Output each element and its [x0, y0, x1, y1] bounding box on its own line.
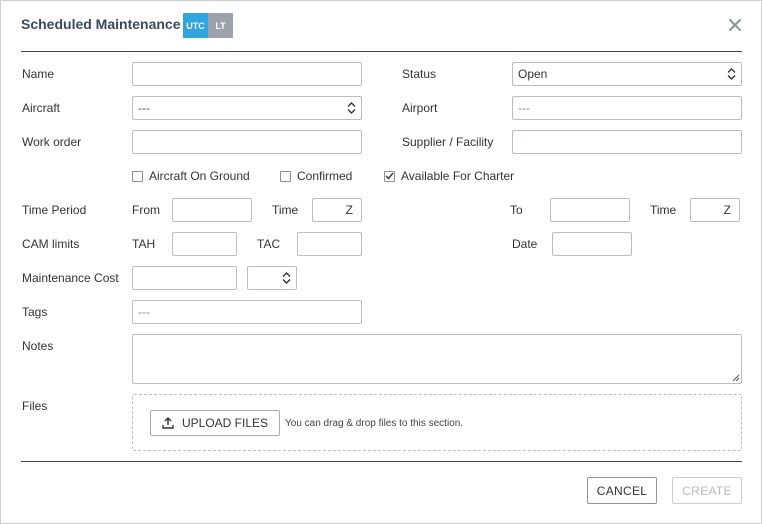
from-date-input[interactable]	[172, 198, 252, 222]
from-label: From	[132, 203, 160, 217]
tags-input[interactable]	[132, 300, 362, 324]
checkbox-box	[384, 170, 395, 182]
create-button[interactable]: CREATE	[672, 477, 742, 504]
drop-hint: You can drag & drop files to this sectio…	[285, 418, 464, 429]
status-label: Status	[402, 67, 437, 81]
name-input[interactable]	[132, 62, 362, 86]
check-icon	[385, 172, 394, 180]
chevron-up-down-icon	[347, 102, 356, 114]
confirmed-checkbox[interactable]: Confirmed	[280, 169, 352, 183]
to-label: To	[510, 203, 523, 217]
checkbox-label: Aircraft On Ground	[149, 169, 250, 183]
status-select[interactable]: Open	[512, 62, 742, 86]
tah-input[interactable]	[172, 232, 237, 256]
time2-label: Time	[650, 203, 677, 217]
upload-files-label: UPLOAD FILES	[181, 416, 269, 430]
tac-label: TAC	[257, 237, 281, 251]
close-icon	[729, 19, 741, 31]
files-label: Files	[22, 399, 48, 413]
time-zone-suffix: Z	[345, 203, 353, 217]
cam-limits-label: CAM limits	[22, 237, 80, 251]
checkbox-box	[280, 170, 291, 182]
cancel-button[interactable]: CANCEL	[587, 477, 657, 504]
maintenance-cost-label: Maintenance Cost	[22, 271, 119, 285]
to-date-input[interactable]	[550, 198, 630, 222]
checkbox-box	[132, 170, 143, 182]
date-label: Date	[512, 237, 538, 251]
currency-select[interactable]	[247, 266, 297, 290]
dialog-title: Scheduled Maintenance	[21, 16, 181, 32]
time-label: Time	[272, 203, 299, 217]
work-order-input[interactable]	[132, 130, 362, 154]
aircraft-select-value: ---	[138, 101, 150, 115]
aircraft-on-ground-checkbox[interactable]: Aircraft On Ground	[132, 169, 250, 183]
to-time-input[interactable]: Z	[690, 198, 740, 222]
footer-divider	[21, 461, 742, 462]
close-button[interactable]	[725, 15, 745, 35]
maintenance-cost-input[interactable]	[132, 266, 237, 290]
from-time-input[interactable]: Z	[312, 198, 362, 222]
tac-input[interactable]	[297, 232, 362, 256]
status-select-value: Open	[518, 67, 548, 81]
tags-label: Tags	[22, 305, 48, 319]
supplier-label: Supplier / Facility	[402, 135, 494, 149]
time-zone-suffix: Z	[723, 203, 731, 217]
notes-textarea[interactable]	[132, 334, 742, 384]
checkbox-label: Confirmed	[297, 169, 353, 183]
chevron-up-down-icon	[282, 272, 291, 284]
supplier-input[interactable]	[512, 130, 742, 154]
airport-label: Airport	[402, 101, 438, 115]
chevron-up-down-icon	[727, 68, 736, 80]
cam-date-input[interactable]	[552, 232, 632, 256]
utc-toggle[interactable]: UTC	[183, 13, 208, 38]
checkbox-label: Available For Charter	[401, 169, 515, 183]
tah-label: TAH	[132, 237, 156, 251]
scheduled-maintenance-dialog: Scheduled Maintenance UTC LT Name Status…	[0, 0, 762, 524]
aircraft-label: Aircraft	[22, 101, 61, 115]
upload-files-button[interactable]: UPLOAD FILES	[150, 410, 280, 436]
time-period-label: Time Period	[22, 203, 87, 217]
notes-label: Notes	[22, 339, 54, 353]
upload-icon	[162, 417, 174, 429]
lt-toggle[interactable]: LT	[208, 13, 233, 38]
available-for-charter-checkbox[interactable]: Available For Charter	[384, 169, 514, 183]
work-order-label: Work order	[22, 135, 82, 149]
name-label: Name	[22, 67, 55, 81]
resize-grip-icon[interactable]	[732, 374, 740, 382]
header-divider	[21, 51, 742, 52]
file-drop-zone[interactable]: UPLOAD FILES You can drag & drop files t…	[132, 394, 742, 451]
airport-input[interactable]	[512, 96, 742, 120]
aircraft-select[interactable]: ---	[132, 96, 362, 120]
